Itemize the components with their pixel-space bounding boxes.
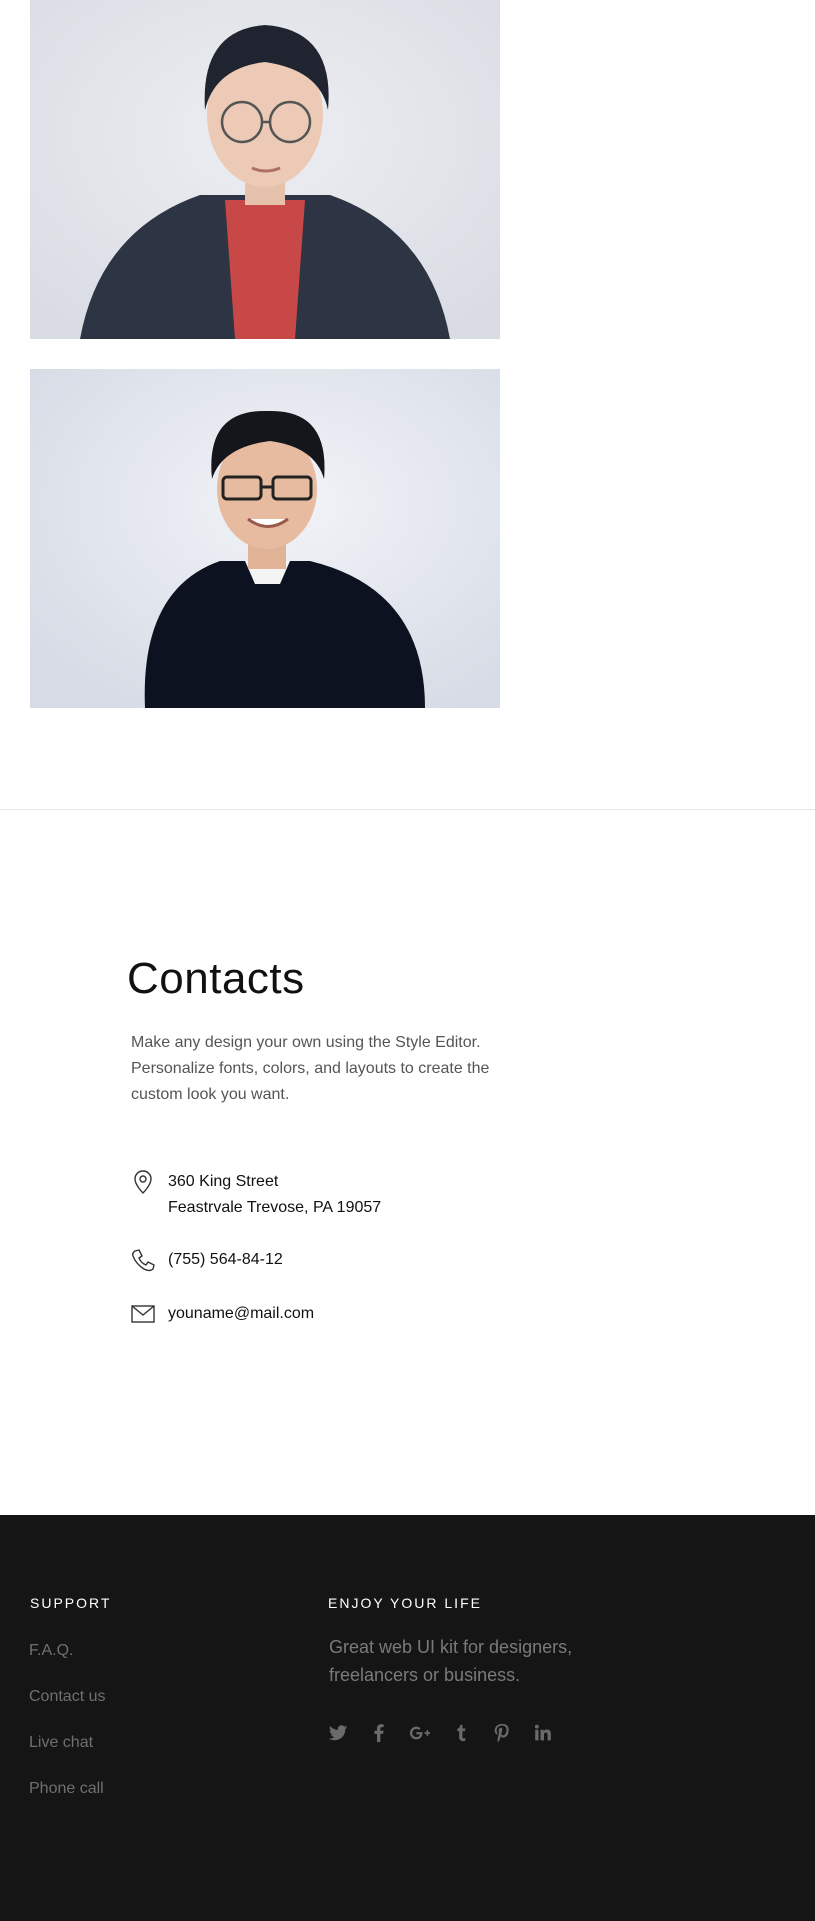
email-row: youname@mail.com: [130, 1301, 314, 1327]
email-address[interactable]: youname@mail.com: [168, 1301, 314, 1327]
support-heading: SUPPORT: [30, 1595, 112, 1611]
enjoy-text: Great web UI kit for designers, freelanc…: [329, 1637, 573, 1685]
team-member-photo-2: [30, 369, 500, 708]
phone-icon: [130, 1247, 156, 1273]
enjoy-heading: ENJOY YOUR LIFE: [328, 1595, 482, 1611]
linkedin-icon[interactable]: [532, 1722, 554, 1744]
address-line-2: Feastrvale Trevose, PA 19057: [168, 1199, 382, 1216]
footer-link-faq[interactable]: F.A.Q.: [29, 1642, 73, 1660]
pinterest-icon[interactable]: [491, 1722, 513, 1744]
address-row: 360 King Street Feastrvale Trevose, PA 1…: [130, 1169, 381, 1221]
footer-link-contact-us[interactable]: Contact us: [29, 1688, 105, 1706]
mail-icon: [130, 1301, 156, 1327]
twitter-icon[interactable]: [327, 1722, 349, 1744]
contacts-description: Make any design your own using the Style…: [131, 1034, 490, 1103]
phone-number[interactable]: (755) 564-84-12: [168, 1247, 283, 1273]
footer-link-live-chat[interactable]: Live chat: [29, 1734, 93, 1752]
location-pin-icon: [130, 1169, 156, 1195]
tumblr-icon[interactable]: [450, 1722, 472, 1744]
team-member-photo-1: [30, 0, 500, 339]
address-line-1: 360 King Street: [168, 1173, 279, 1190]
footer: SUPPORT F.A.Q. Contact us Live chat Phon…: [0, 1515, 815, 1921]
facebook-icon[interactable]: [368, 1722, 390, 1744]
phone-row: (755) 564-84-12: [130, 1247, 283, 1273]
contacts-title: Contacts: [127, 954, 305, 1003]
section-divider: [0, 809, 815, 810]
google-plus-icon[interactable]: [409, 1722, 431, 1744]
footer-link-phone-call[interactable]: Phone call: [29, 1780, 104, 1798]
social-links: [327, 1722, 573, 1744]
